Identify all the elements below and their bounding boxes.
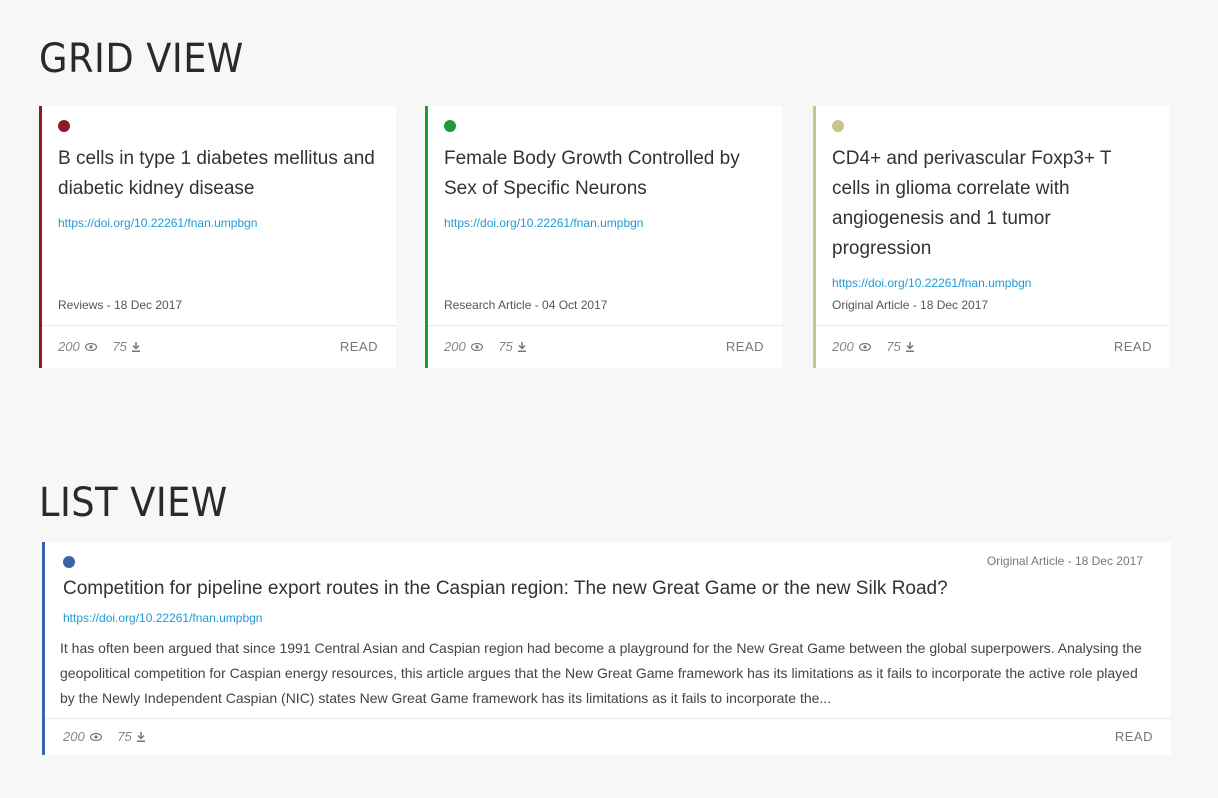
article-doi-link[interactable]: https://doi.org/10.22261/fnan.umpbgn (58, 208, 378, 238)
article-title-text[interactable]: B cells in type 1 diabetes mellitus and … (58, 148, 375, 199)
views-stat: 200 (63, 729, 102, 744)
eye-icon (84, 342, 97, 351)
article-meta: Original Article - 18 Dec 2017 (986, 554, 1143, 568)
downloads-count: 75 (498, 339, 513, 354)
article-card[interactable]: CD4+ and perivascular Foxp3+ T cells in … (813, 106, 1170, 368)
downloads-count: 75 (886, 339, 901, 354)
views-stat: 200 (444, 339, 483, 354)
card-footer: 200 75 READ (816, 325, 1170, 368)
article-type-dot (58, 120, 70, 132)
views-stat: 200 (832, 339, 871, 354)
download-icon (905, 341, 914, 352)
card-footer: 200 75 READ (428, 325, 782, 368)
article-type-dot (444, 120, 456, 132)
downloads-stat: 75 (117, 729, 145, 744)
views-count: 200 (444, 339, 466, 354)
read-button[interactable]: READ (340, 339, 378, 354)
list-view-heading: LIST VIEW (39, 480, 228, 526)
downloads-count: 75 (112, 339, 127, 354)
download-icon (136, 731, 145, 742)
downloads-count: 75 (117, 729, 132, 744)
article-type-dot (832, 120, 844, 132)
read-button[interactable]: READ (1115, 729, 1153, 744)
article-stats: 200 75 (63, 729, 157, 744)
views-count: 200 (63, 729, 85, 744)
article-abstract: It has often been argued that since 1991… (60, 640, 1142, 706)
article-title-text[interactable]: Female Body Growth Controlled by Sex of … (444, 148, 740, 199)
views-count: 200 (58, 339, 80, 354)
download-icon (517, 341, 526, 352)
article-stats: 200 75 (832, 339, 926, 354)
download-icon (131, 341, 140, 352)
article-doi-link[interactable]: https://doi.org/10.22261/fnan.umpbgn (444, 208, 764, 238)
article-meta: Original Article - 18 Dec 2017 (832, 298, 989, 312)
article-card[interactable]: B cells in type 1 diabetes mellitus and … (39, 106, 396, 368)
article-meta: Reviews - 18 Dec 2017 (58, 298, 183, 312)
article-meta: Research Article - 04 Oct 2017 (444, 298, 608, 312)
article-list-item[interactable]: Original Article - 18 Dec 2017 Competiti… (42, 542, 1171, 755)
grid-view-heading: GRID VIEW (39, 36, 244, 82)
eye-icon (470, 342, 483, 351)
views-stat: 200 (58, 339, 97, 354)
article-stats: 200 75 (58, 339, 152, 354)
article-title[interactable]: Competition for pipeline export routes i… (63, 576, 948, 602)
card-footer: 200 75 READ (45, 718, 1171, 755)
article-doi-link[interactable]: https://doi.org/10.22261/fnan.umpbgn (63, 611, 262, 625)
article-title[interactable]: B cells in type 1 diabetes mellitus and … (58, 144, 378, 238)
downloads-stat: 75 (498, 339, 526, 354)
eye-icon (858, 342, 871, 351)
article-stats: 200 75 (444, 339, 538, 354)
downloads-stat: 75 (886, 339, 914, 354)
article-title[interactable]: CD4+ and perivascular Foxp3+ T cells in … (832, 144, 1152, 298)
card-footer: 200 75 READ (42, 325, 396, 368)
article-title[interactable]: Female Body Growth Controlled by Sex of … (444, 144, 764, 238)
article-type-dot (63, 556, 75, 568)
article-doi-link[interactable]: https://doi.org/10.22261/fnan.umpbgn (832, 268, 1152, 298)
views-count: 200 (832, 339, 854, 354)
article-card[interactable]: Female Body Growth Controlled by Sex of … (425, 106, 782, 368)
read-button[interactable]: READ (1114, 339, 1152, 354)
read-button[interactable]: READ (726, 339, 764, 354)
downloads-stat: 75 (112, 339, 140, 354)
article-title-text[interactable]: CD4+ and perivascular Foxp3+ T cells in … (832, 148, 1111, 259)
eye-icon (89, 732, 102, 741)
